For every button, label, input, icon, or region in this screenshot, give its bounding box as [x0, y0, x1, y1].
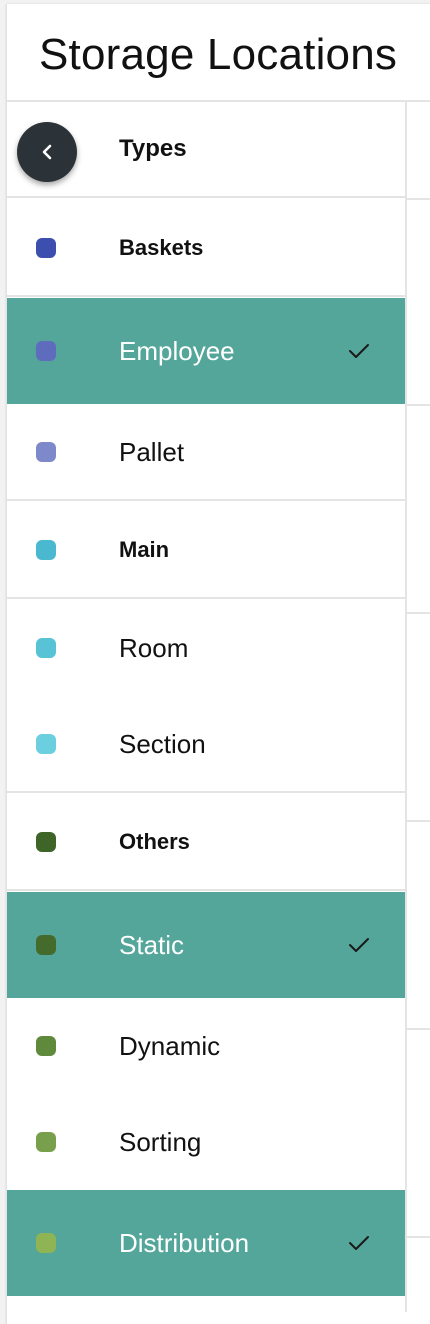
storage-locations-card: Storage Locations Types Baskets Employee P…: [6, 4, 430, 1324]
sidebar-header-label: Types: [119, 135, 187, 162]
content-divider: [407, 820, 430, 822]
color-swatch: [36, 638, 56, 658]
row-divider: [7, 295, 405, 297]
content-divider: [407, 1236, 430, 1238]
sidebar-item-label: Section: [119, 728, 206, 759]
sidebar-item-label: Baskets: [119, 235, 204, 260]
sidebar-item-label: Sorting: [119, 1126, 202, 1157]
sidebar-item-static[interactable]: Static: [7, 892, 405, 998]
color-swatch: [36, 935, 56, 955]
color-swatch: [36, 540, 56, 560]
back-button[interactable]: [17, 122, 77, 182]
sidebar-item-distribution[interactable]: Distribution: [7, 1190, 405, 1296]
content-divider: [407, 612, 430, 614]
content-panel: [407, 102, 430, 1312]
color-swatch: [36, 1036, 56, 1056]
page-title: Storage Locations: [39, 30, 398, 79]
sidebar-item-label: Dynamic: [119, 1030, 221, 1061]
sidebar-item-label: Pallet: [119, 436, 185, 467]
sidebar-item-label: Static: [119, 929, 185, 960]
sidebar-group-baskets[interactable]: Baskets: [7, 200, 405, 296]
color-swatch: [36, 1233, 56, 1253]
sidebar-item-label: Main: [119, 537, 170, 562]
sidebar-item-label: Distribution: [119, 1227, 250, 1258]
row-divider: [7, 889, 405, 891]
color-swatch: [36, 238, 56, 258]
color-swatch: [36, 341, 56, 361]
color-swatch: [36, 832, 56, 852]
content-divider: [407, 1028, 430, 1030]
row-divider: [7, 499, 405, 501]
color-swatch: [36, 1132, 56, 1152]
color-swatch: [36, 734, 56, 754]
sidebar-item-label: Employee: [119, 335, 235, 366]
sidebar-item-sorting[interactable]: Sorting: [7, 1094, 405, 1190]
sidebar-item-pallet[interactable]: Pallet: [7, 404, 405, 500]
sidebar-item-label: Room: [119, 632, 189, 663]
sidebar-header: Types: [7, 102, 405, 198]
checkmark-icon: [349, 938, 369, 952]
row-divider: [7, 597, 405, 599]
checkmark-icon: [349, 344, 369, 358]
sidebar-item-section[interactable]: Section: [7, 696, 405, 792]
sidebar-item-dynamic[interactable]: Dynamic: [7, 998, 405, 1094]
types-sidebar: Types Baskets Employee Pallet Main Room Secti…: [7, 102, 407, 1312]
checkmark-icon: [349, 1236, 369, 1250]
sidebar-item-room[interactable]: Room: [7, 600, 405, 696]
color-swatch: [36, 442, 56, 462]
sidebar-item-label: Others: [119, 829, 190, 854]
sidebar-item-employee[interactable]: Employee: [7, 298, 405, 404]
sidebar-group-main[interactable]: Main: [7, 502, 405, 598]
sidebar-group-others[interactable]: Others: [7, 794, 405, 890]
content-divider: [407, 198, 430, 200]
content-divider: [407, 404, 430, 406]
row-divider: [7, 791, 405, 793]
chevron-left-icon: [42, 144, 52, 160]
